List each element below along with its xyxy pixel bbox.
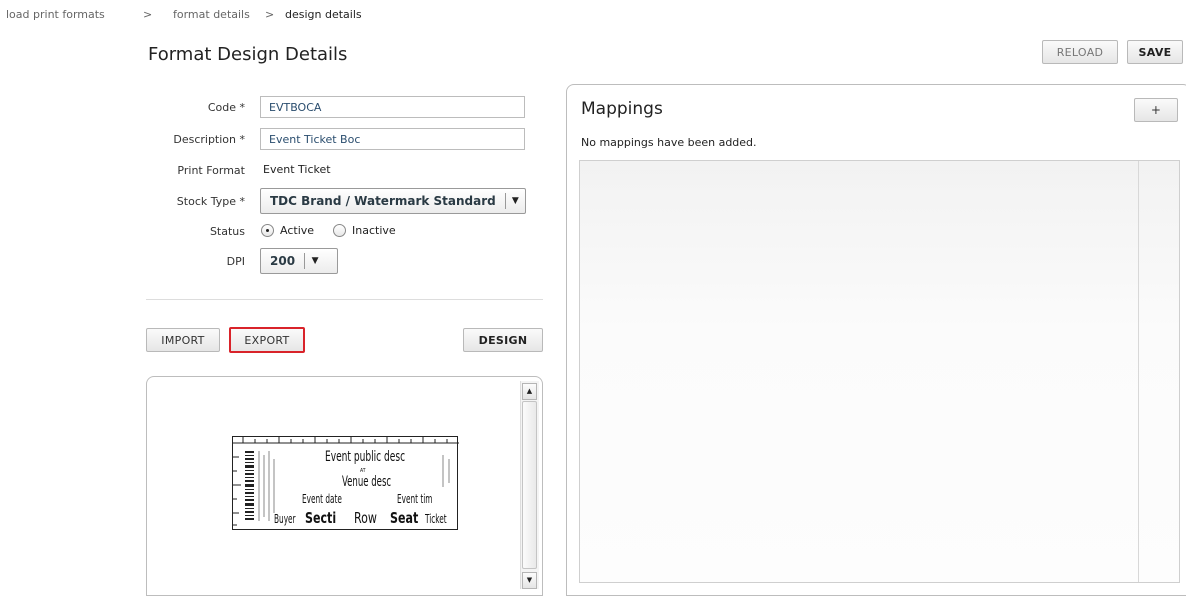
breadcrumb-separator: > bbox=[265, 8, 275, 21]
chevron-down-icon: ▼ bbox=[311, 256, 319, 266]
ticket-preview: Event public desc AT Venue desc Event da… bbox=[232, 436, 459, 530]
status-active-label[interactable]: Active bbox=[280, 224, 314, 237]
dpi-select[interactable]: 200 ▼ bbox=[260, 248, 338, 274]
ticket-row: Row bbox=[354, 509, 377, 527]
print-format-label: Print Format bbox=[177, 164, 245, 177]
stock-type-label: Stock Type * bbox=[176, 195, 245, 208]
export-button[interactable]: EXPORT bbox=[229, 327, 305, 353]
dpi-label: DPI bbox=[226, 255, 245, 268]
status-inactive-label[interactable]: Inactive bbox=[352, 224, 396, 237]
code-label: Code * bbox=[207, 101, 245, 114]
status-active-radio[interactable] bbox=[261, 224, 274, 237]
breadcrumb-item-load-print-formats[interactable]: load print formats bbox=[6, 8, 105, 21]
dpi-value: 200 bbox=[270, 254, 296, 268]
chevron-down-icon: ▼ bbox=[511, 196, 519, 206]
mappings-grid[interactable] bbox=[579, 160, 1180, 583]
ticket-event-date: Event date bbox=[302, 492, 342, 506]
mappings-title: Mappings bbox=[581, 99, 663, 119]
import-button[interactable]: IMPORT bbox=[146, 328, 220, 352]
ticket-seat: Seat bbox=[390, 509, 419, 527]
ticket-venue: Venue desc bbox=[342, 474, 392, 490]
design-button[interactable]: DESIGN bbox=[463, 328, 543, 352]
breadcrumb-item-design-details: design details bbox=[285, 8, 362, 21]
section-divider bbox=[146, 299, 543, 300]
description-label: Description * bbox=[173, 133, 245, 146]
page-title: Format Design Details bbox=[148, 44, 348, 65]
scroll-thumb[interactable] bbox=[522, 401, 537, 569]
code-field[interactable]: EVTBOCA bbox=[260, 96, 525, 118]
grid-column-divider bbox=[1138, 161, 1139, 582]
stock-type-value: TDC Brand / Watermark Standard bbox=[270, 194, 496, 208]
mappings-empty-message: No mappings have been added. bbox=[581, 136, 757, 149]
status-label: Status bbox=[209, 225, 245, 238]
add-mapping-button[interactable]: + bbox=[1134, 98, 1178, 122]
print-format-value: Event Ticket bbox=[263, 163, 331, 176]
scroll-up-arrow-icon[interactable]: ▲ bbox=[522, 383, 537, 400]
reload-button[interactable]: RELOAD bbox=[1042, 40, 1118, 64]
ticket-buyer: Buyer bbox=[274, 512, 296, 526]
preview-scrollbar[interactable]: ▲ ▼ bbox=[520, 381, 539, 589]
description-field[interactable]: Event Ticket Boc bbox=[260, 128, 525, 150]
ticket-event-title: Event public desc bbox=[325, 449, 406, 465]
breadcrumb-item-format-details[interactable]: format details bbox=[173, 8, 250, 21]
status-inactive-radio[interactable] bbox=[333, 224, 346, 237]
ticket-section: Secti bbox=[305, 509, 337, 527]
save-button[interactable]: SAVE bbox=[1127, 40, 1183, 64]
ticket-event-time: Event tim bbox=[397, 492, 433, 506]
stock-type-select[interactable]: TDC Brand / Watermark Standard ▼ bbox=[260, 188, 526, 214]
scroll-down-arrow-icon[interactable]: ▼ bbox=[522, 572, 537, 589]
ticket-ticket-label: Ticket bbox=[425, 512, 447, 526]
breadcrumb-separator: > bbox=[143, 8, 153, 21]
